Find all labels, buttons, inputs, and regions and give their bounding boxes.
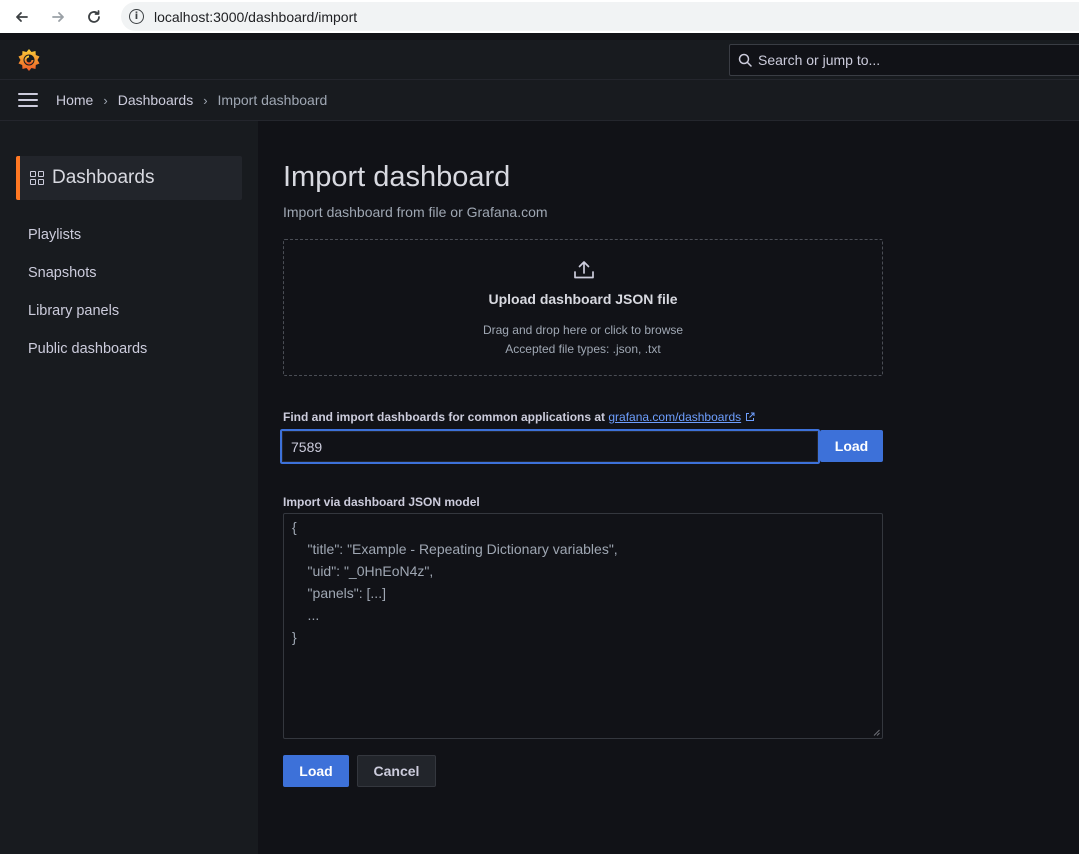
url-text: localhost:3000/dashboard/import xyxy=(154,8,358,25)
json-placeholder-line: "title": "Example - Repeating Dictionary… xyxy=(292,541,618,557)
breadcrumb-dashboards[interactable]: Dashboards xyxy=(118,92,194,108)
breadcrumb-home[interactable]: Home xyxy=(56,92,93,108)
json-placeholder-line: "panels": [...] xyxy=(292,585,386,601)
chevron-right-icon: › xyxy=(103,92,108,108)
json-placeholder-line: "uid": "_0HnEoN4z", xyxy=(292,563,434,579)
breadcrumb-bar: Home › Dashboards › Import dashboard xyxy=(0,80,1079,121)
search-icon xyxy=(738,53,752,67)
gcom-link[interactable]: grafana.com/dashboards xyxy=(608,410,741,424)
upload-dropzone[interactable]: Upload dashboard JSON file Drag and drop… xyxy=(283,239,883,376)
upload-title: Upload dashboard JSON file xyxy=(488,291,678,307)
sidebar-item-snapshots[interactable]: Snapshots xyxy=(28,265,97,281)
main-content: Import dashboard Import dashboard from f… xyxy=(258,121,1079,854)
sidebar-header-label: Dashboards xyxy=(52,167,155,188)
json-placeholder-line: { xyxy=(292,519,297,535)
page-title: Import dashboard xyxy=(283,161,511,193)
gcom-id-input[interactable]: 7589 xyxy=(279,428,821,465)
gcom-label-text: Find and import dashboards for common ap… xyxy=(283,410,606,424)
load-button[interactable]: Load xyxy=(283,755,349,787)
chevron-right-icon: › xyxy=(203,92,208,108)
json-placeholder-line: } xyxy=(292,629,297,645)
search-input[interactable]: Search or jump to... xyxy=(729,44,1079,76)
apps-icon xyxy=(30,171,44,185)
json-placeholder-line: ... xyxy=(292,607,320,623)
back-button[interactable] xyxy=(4,0,40,33)
gcom-label: Find and import dashboards for common ap… xyxy=(283,410,755,424)
info-icon[interactable]: i xyxy=(129,9,144,24)
arrow-right-icon xyxy=(52,11,64,22)
forward-button[interactable] xyxy=(40,0,76,33)
external-link-icon[interactable] xyxy=(745,412,755,422)
menu-icon[interactable] xyxy=(18,93,38,107)
address-bar[interactable]: i localhost:3000/dashboard/import xyxy=(121,2,1079,31)
sidebar-item-dashboards[interactable]: Dashboards xyxy=(16,156,242,200)
breadcrumb-import-dashboard: Import dashboard xyxy=(217,92,328,108)
sidebar: Dashboards Playlists Snapshots Library p… xyxy=(0,121,258,854)
cancel-button[interactable]: Cancel xyxy=(357,755,436,787)
grafana-logo-icon[interactable] xyxy=(16,47,42,73)
browser-toolbar: i localhost:3000/dashboard/import xyxy=(0,0,1079,33)
upload-hint: Drag and drop here or click to browse xyxy=(482,323,684,337)
upload-file-types: Accepted file types: .json, .txt xyxy=(505,342,661,356)
sidebar-item-playlists[interactable]: Playlists xyxy=(28,227,81,243)
sidebar-item-public-dashboards[interactable]: Public dashboards xyxy=(28,341,147,357)
gcom-load-button[interactable]: Load xyxy=(820,430,883,462)
json-model-label: Import via dashboard JSON model xyxy=(283,495,480,509)
reload-button[interactable] xyxy=(76,0,112,33)
resize-handle-icon[interactable] xyxy=(873,729,880,736)
search-placeholder: Search or jump to... xyxy=(758,52,881,68)
upload-icon xyxy=(574,261,594,279)
json-model-textarea[interactable]: { "title": "Example - Repeating Dictiona… xyxy=(283,513,883,739)
page-subtitle: Import dashboard from file or Grafana.co… xyxy=(283,204,548,220)
top-bar: Search or jump to... xyxy=(0,40,1079,80)
arrow-left-icon xyxy=(16,11,28,22)
breadcrumb: Home › Dashboards › Import dashboard xyxy=(56,92,327,108)
reload-icon xyxy=(88,9,100,23)
sidebar-item-library-panels[interactable]: Library panels xyxy=(28,303,119,319)
